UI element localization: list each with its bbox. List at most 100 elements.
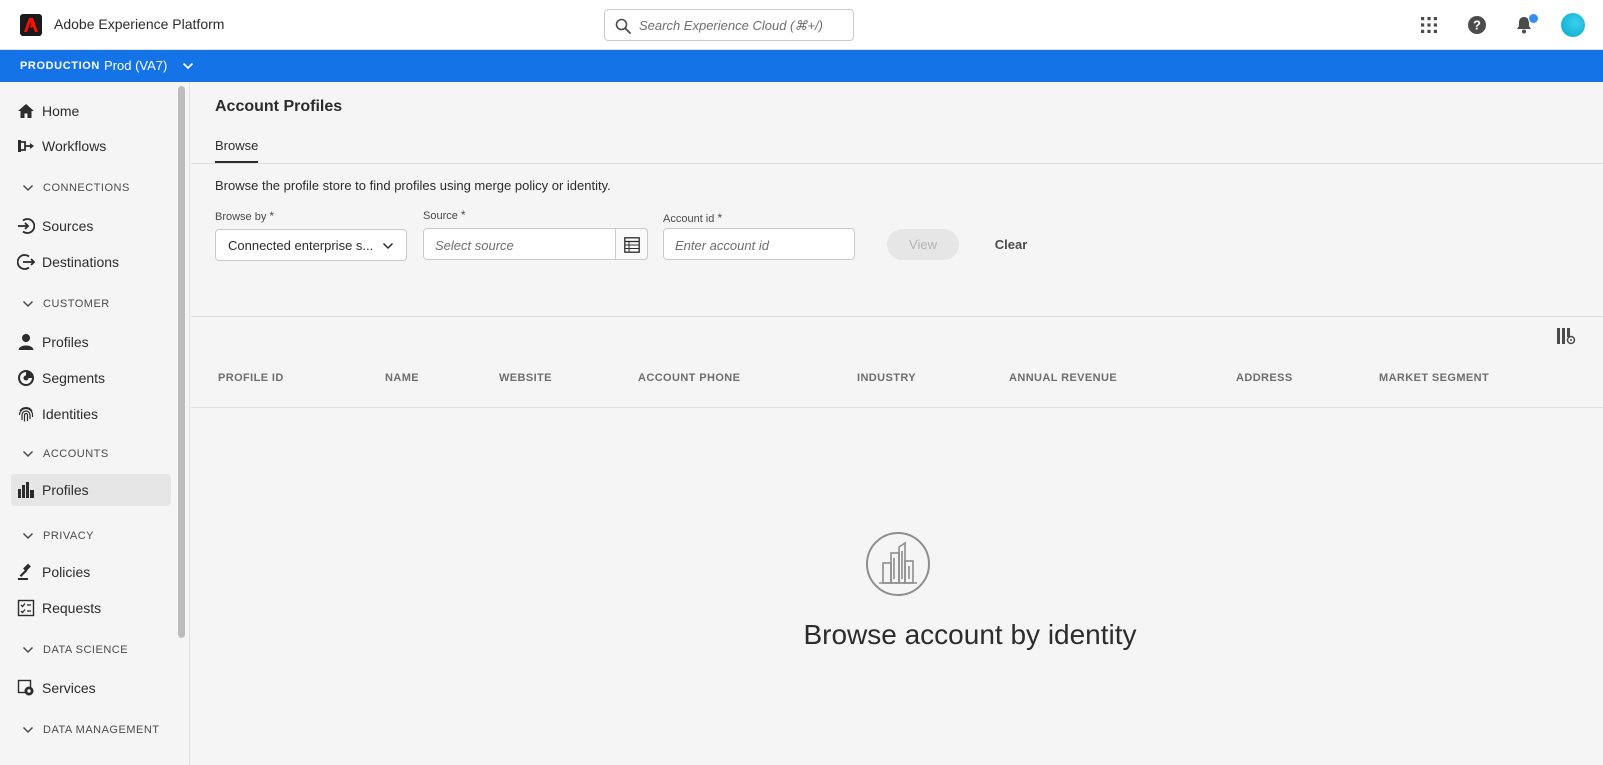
app-title[interactable]: Adobe Experience Platform [54, 16, 224, 32]
adobe-logo-icon[interactable] [20, 14, 42, 36]
column-header-industry[interactable]: INDUSTRY [857, 372, 916, 384]
section-title: DATA MANAGEMENT [43, 724, 160, 736]
sidebar-item-label: Profiles [42, 334, 89, 350]
account-id-label: Account id * [663, 211, 722, 225]
required-marker: * [269, 209, 275, 223]
required-marker: * [460, 208, 466, 222]
browse-by-dropdown[interactable]: Connected enterprise s... [215, 229, 407, 261]
segments-icon [18, 370, 34, 386]
source-picker-button[interactable] [615, 228, 648, 260]
sidebar-item-workflows[interactable]: Workflows [11, 130, 171, 162]
chevron-down-icon [22, 300, 34, 308]
sidebar-item-account-profiles[interactable]: Profiles [11, 474, 171, 506]
section-title: CUSTOMER [43, 298, 110, 310]
main-content: Account Profiles Browse Browse the profi… [191, 82, 1603, 765]
chevron-down-icon[interactable] [182, 61, 194, 71]
chevron-down-icon [382, 242, 394, 250]
chevron-down-icon [22, 532, 34, 540]
column-header-profile-id[interactable]: PROFILE ID [218, 372, 284, 384]
help-icon[interactable]: ? [1467, 15, 1487, 35]
sources-icon [18, 218, 35, 234]
page-description: Browse the profile store to find profile… [215, 178, 611, 193]
tab-bar: Browse [191, 132, 1603, 164]
table-picker-icon [624, 237, 640, 253]
left-nav: Home Workflows CONNECTIONS Sources Desti… [0, 82, 190, 765]
column-header-annual-revenue[interactable]: ANNUAL REVENUE [1009, 372, 1117, 384]
column-header-account-phone[interactable]: ACCOUNT PHONE [638, 372, 740, 384]
person-icon [18, 334, 34, 350]
sidebar-scroll-thumb[interactable] [178, 86, 185, 638]
sidebar-item-destinations[interactable]: Destinations [11, 246, 171, 278]
column-header-website[interactable]: WEBSITE [499, 372, 552, 384]
sidebar-item-customer-profiles[interactable]: Profiles [11, 326, 171, 358]
section-title: ACCOUNTS [43, 448, 109, 460]
table-header: PROFILE ID NAME WEBSITE ACCOUNT PHONE IN… [191, 372, 1603, 408]
building-icon [18, 482, 34, 498]
building-illustration-icon [866, 532, 930, 596]
section-title: PRIVACY [43, 530, 94, 542]
column-header-name[interactable]: NAME [385, 372, 419, 384]
svg-text:?: ? [1473, 18, 1481, 33]
chevron-down-icon [22, 450, 34, 458]
sidebar-item-label: Destinations [42, 254, 120, 270]
source-input[interactable] [435, 235, 605, 255]
column-header-market-segment[interactable]: MARKET SEGMENT [1379, 372, 1489, 384]
chevron-down-icon [22, 726, 34, 734]
sandbox-bar: PRODUCTION Prod (VA7) [0, 50, 1603, 82]
apps-grid-icon[interactable] [1419, 15, 1439, 35]
sidebar-item-label: Workflows [42, 138, 107, 154]
top-header: Adobe Experience Platform ? [0, 0, 1603, 50]
section-title: DATA SCIENCE [43, 644, 129, 656]
column-header-address[interactable]: ADDRESS [1236, 372, 1293, 384]
fingerprint-icon [18, 407, 34, 422]
browse-by-label-text: Browse by [215, 211, 267, 223]
required-marker: * [717, 211, 723, 225]
divider [191, 316, 1603, 317]
column-settings-icon[interactable] [1556, 327, 1576, 345]
clear-button[interactable]: Clear [984, 229, 1038, 260]
account-id-input[interactable] [675, 235, 845, 255]
sidebar-item-label: Requests [42, 600, 102, 616]
sidebar-item-sources[interactable]: Sources [11, 210, 171, 242]
source-label: Source * [423, 208, 466, 222]
sidebar-item-label: Policies [42, 564, 91, 580]
sidebar-item-label: Segments [42, 370, 106, 386]
section-title: CONNECTIONS [43, 182, 130, 194]
sidebar-item-identities[interactable]: Identities [11, 398, 171, 430]
sidebar-item-label: Identities [42, 406, 99, 422]
browse-by-value: Connected enterprise s... [228, 238, 374, 253]
destinations-icon [17, 254, 35, 270]
account-id-field[interactable] [663, 228, 855, 260]
browse-by-label: Browse by * [215, 209, 274, 223]
chevron-down-icon [22, 646, 34, 654]
sidebar-item-label: Services [42, 680, 96, 696]
source-field[interactable] [423, 228, 616, 260]
notification-badge [1528, 13, 1539, 24]
sidebar-item-label: Profiles [42, 482, 89, 498]
empty-state-message: Browse account by identity [803, 619, 1137, 650]
sidebar-item-segments[interactable]: Segments [11, 362, 171, 394]
search-input[interactable] [639, 15, 844, 35]
sidebar-item-label: Home [42, 103, 80, 119]
tab-browse[interactable]: Browse [215, 138, 259, 163]
view-button[interactable]: View [887, 229, 959, 260]
sidebar-item-policies[interactable]: Policies [11, 556, 171, 588]
sidebar-item-label: Sources [42, 218, 94, 234]
page-title: Account Profiles [215, 98, 343, 115]
home-icon [18, 104, 34, 118]
source-label-text: Source [423, 210, 458, 222]
checklist-icon [17, 599, 35, 617]
chevron-down-icon [22, 184, 34, 192]
sidebar-item-services[interactable]: Services [11, 672, 171, 704]
account-id-label-text: Account id [663, 213, 715, 225]
sidebar-item-requests[interactable]: Requests [11, 592, 171, 624]
gavel-icon [18, 563, 31, 580]
sidebar-item-home[interactable]: Home [11, 95, 171, 127]
environment-label: PRODUCTION [20, 60, 100, 72]
services-gear-icon [17, 679, 34, 696]
sandbox-switcher[interactable]: Prod (VA7) [104, 58, 167, 73]
search-icon [615, 18, 631, 34]
workflows-icon [18, 140, 34, 152]
search-box[interactable] [604, 9, 854, 41]
avatar[interactable] [1561, 13, 1585, 37]
